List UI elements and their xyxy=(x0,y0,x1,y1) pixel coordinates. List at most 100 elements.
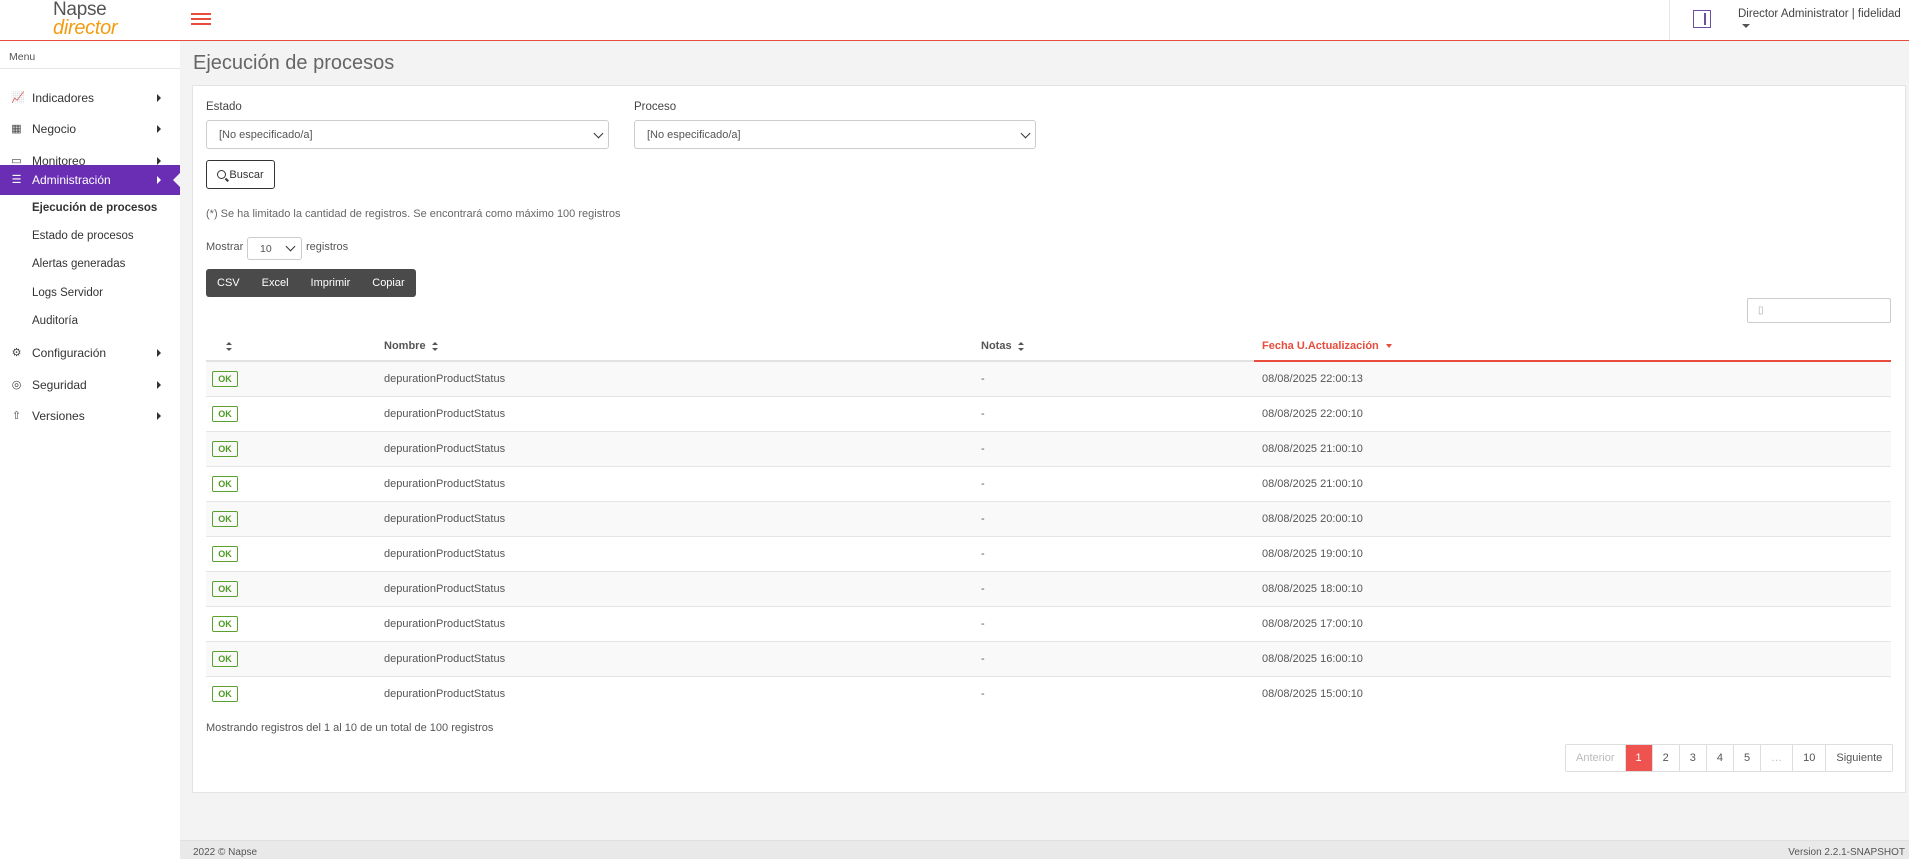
footer-copyright: 2022 © Napse xyxy=(193,847,258,858)
page-title: Ejecución de procesos xyxy=(193,52,395,74)
sidebar-subitem-estado-procesos[interactable]: Estado de procesos xyxy=(32,230,134,242)
cell-fecha: 08/08/2025 21:00:10 xyxy=(1262,443,1363,455)
copy-button[interactable]: Copiar xyxy=(361,269,415,297)
status-badge: OK xyxy=(212,616,238,632)
sort-icon xyxy=(226,341,232,351)
sidebar-item-label: Administración xyxy=(32,173,111,187)
cell-fecha: 08/08/2025 22:00:10 xyxy=(1262,408,1363,420)
sidebar-item-label: Configuración xyxy=(32,346,107,360)
proceso-select[interactable]: [No especificado/a] xyxy=(634,120,1036,149)
print-button[interactable]: Imprimir xyxy=(300,269,362,297)
pagination-page-4[interactable]: 4 xyxy=(1705,745,1734,771)
cell-notas: - xyxy=(981,688,985,700)
top-navbar: Napse director Director Administrator | … xyxy=(0,0,1909,41)
chevron-right-icon xyxy=(157,94,161,102)
cell-fecha: 08/08/2025 16:00:10 xyxy=(1262,653,1363,665)
cell-nombre: depurationProductStatus xyxy=(384,478,506,490)
pagination-previous[interactable]: Anterior xyxy=(1566,745,1625,771)
chevron-right-icon xyxy=(157,412,161,420)
sidebar-subitem-ejecucion-procesos[interactable]: Ejecución de procesos xyxy=(32,202,157,214)
table-header: Nombre Notas Fecha U.Actualización xyxy=(206,334,1891,362)
pagination-page-2[interactable]: 2 xyxy=(1651,745,1679,771)
sort-icon xyxy=(1017,341,1024,351)
cell-nombre: depurationProductStatus xyxy=(384,443,506,455)
pagination-page-1[interactable]: 1 xyxy=(1624,745,1652,771)
menu-label: Menu xyxy=(9,51,36,63)
search-button[interactable]: Buscar xyxy=(206,160,275,189)
sidebar-item-seguridad[interactable]: ◎ Seguridad xyxy=(0,372,180,398)
cell-notas: - xyxy=(981,653,985,665)
sidebar-item-indicadores[interactable]: 📈 Indicadores xyxy=(0,85,180,111)
column-header-nombre[interactable]: Nombre xyxy=(384,340,438,352)
estado-select-value: [No especificado/a] xyxy=(219,129,313,141)
status-badge: OK xyxy=(212,546,238,562)
table-info: Mostrando registros del 1 al 10 de un to… xyxy=(206,722,494,734)
table-row: OK depurationProductStatus - 08/08/2025 … xyxy=(206,502,1891,537)
cell-notas: - xyxy=(981,478,985,490)
csv-button[interactable]: CSV xyxy=(206,269,251,297)
column-header-label: Nombre xyxy=(384,340,426,352)
sidebar-item-versiones[interactable]: ⇧ Versiones xyxy=(0,403,180,429)
table-filter-input[interactable]: ▯ xyxy=(1747,298,1891,323)
excel-button[interactable]: Excel xyxy=(251,269,300,297)
footer-version: Version 2.2.1-SNAPSHOT xyxy=(1788,847,1905,858)
sidebar-item-configuracion[interactable]: ⚙ Configuración xyxy=(0,340,180,366)
cell-notas: - xyxy=(981,443,985,455)
page-length-value: 10 xyxy=(260,243,272,255)
menu-divider xyxy=(0,68,180,69)
pagination-page-3[interactable]: 3 xyxy=(1678,745,1706,771)
cell-fecha: 08/08/2025 21:00:10 xyxy=(1262,478,1363,490)
export-button-group: CSV Excel Imprimir Copiar xyxy=(206,269,416,297)
sidebar-item-label: Versiones xyxy=(32,409,85,423)
page-length-select[interactable]: 10 xyxy=(247,237,302,260)
shield-icon: ◎ xyxy=(11,378,22,391)
sidebar-item-administracion[interactable]: ☰ Administración xyxy=(0,165,180,195)
table-row: OK depurationProductStatus - 08/08/2025 … xyxy=(206,537,1891,572)
logo-text-bottom: director xyxy=(53,17,118,39)
chevron-right-icon xyxy=(157,349,161,357)
chevron-down-icon xyxy=(1020,128,1031,139)
chart-line-icon: 📈 xyxy=(11,91,25,104)
pagination-page-10[interactable]: 10 xyxy=(1792,745,1826,771)
table-row: OK depurationProductStatus - 08/08/2025 … xyxy=(206,642,1891,677)
navbar-divider xyxy=(1669,0,1670,40)
building-icon: ▦ xyxy=(11,122,22,135)
sidebar-item-label: Indicadores xyxy=(32,91,95,105)
cell-notas: - xyxy=(981,513,985,525)
table-row: OK depurationProductStatus - 08/08/2025 … xyxy=(206,432,1891,467)
estado-select[interactable]: [No especificado/a] xyxy=(206,120,609,149)
sidebar-subitem-logs-servidor[interactable]: Logs Servidor xyxy=(32,287,103,299)
status-badge: OK xyxy=(212,651,238,667)
cell-nombre: depurationProductStatus xyxy=(384,653,506,665)
table-row: OK depurationProductStatus - 08/08/2025 … xyxy=(206,677,1891,712)
pagination-page-5[interactable]: 5 xyxy=(1733,745,1761,771)
sidebar-subitem-auditoria[interactable]: Auditoría xyxy=(32,315,78,327)
chevron-right-icon xyxy=(157,157,161,165)
hamburger-menu-icon[interactable] xyxy=(191,10,211,28)
napse-logo[interactable]: Napse director xyxy=(53,0,133,39)
book-icon[interactable] xyxy=(1693,10,1711,28)
sidebar-subitem-alertas-generadas[interactable]: Alertas generadas xyxy=(32,258,125,270)
column-header-status[interactable] xyxy=(220,340,232,352)
chevron-down-icon xyxy=(285,241,296,252)
user-menu[interactable]: Director Administrator | fidelidad xyxy=(1738,8,1909,32)
sidebar: Menu 📈 Indicadores ▦ Negocio ▭ Monitoreo… xyxy=(0,41,180,859)
column-header-fecha[interactable]: Fecha U.Actualización xyxy=(1262,340,1392,352)
sidebar-item-negocio[interactable]: ▦ Negocio xyxy=(0,116,180,142)
column-header-label: Fecha U.Actualización xyxy=(1262,340,1379,352)
table-row: OK depurationProductStatus - 08/08/2025 … xyxy=(206,572,1891,607)
sort-desc-icon xyxy=(1385,344,1392,349)
upload-icon: ⇧ xyxy=(11,409,22,422)
table-row: OK depurationProductStatus - 08/08/2025 … xyxy=(206,362,1891,397)
table-row: OK depurationProductStatus - 08/08/2025 … xyxy=(206,397,1891,432)
cell-notas: - xyxy=(981,548,985,560)
column-header-notas[interactable]: Notas xyxy=(981,340,1024,352)
sidebar-item-label: Negocio xyxy=(32,122,77,136)
proceso-label: Proceso xyxy=(634,101,677,113)
cell-notas: - xyxy=(981,618,985,630)
table-row: OK depurationProductStatus - 08/08/2025 … xyxy=(206,467,1891,502)
pagination-ellipsis: … xyxy=(1760,745,1793,771)
chevron-right-icon xyxy=(157,176,161,184)
cell-nombre: depurationProductStatus xyxy=(384,618,506,630)
pagination-next[interactable]: Siguiente xyxy=(1825,745,1893,771)
